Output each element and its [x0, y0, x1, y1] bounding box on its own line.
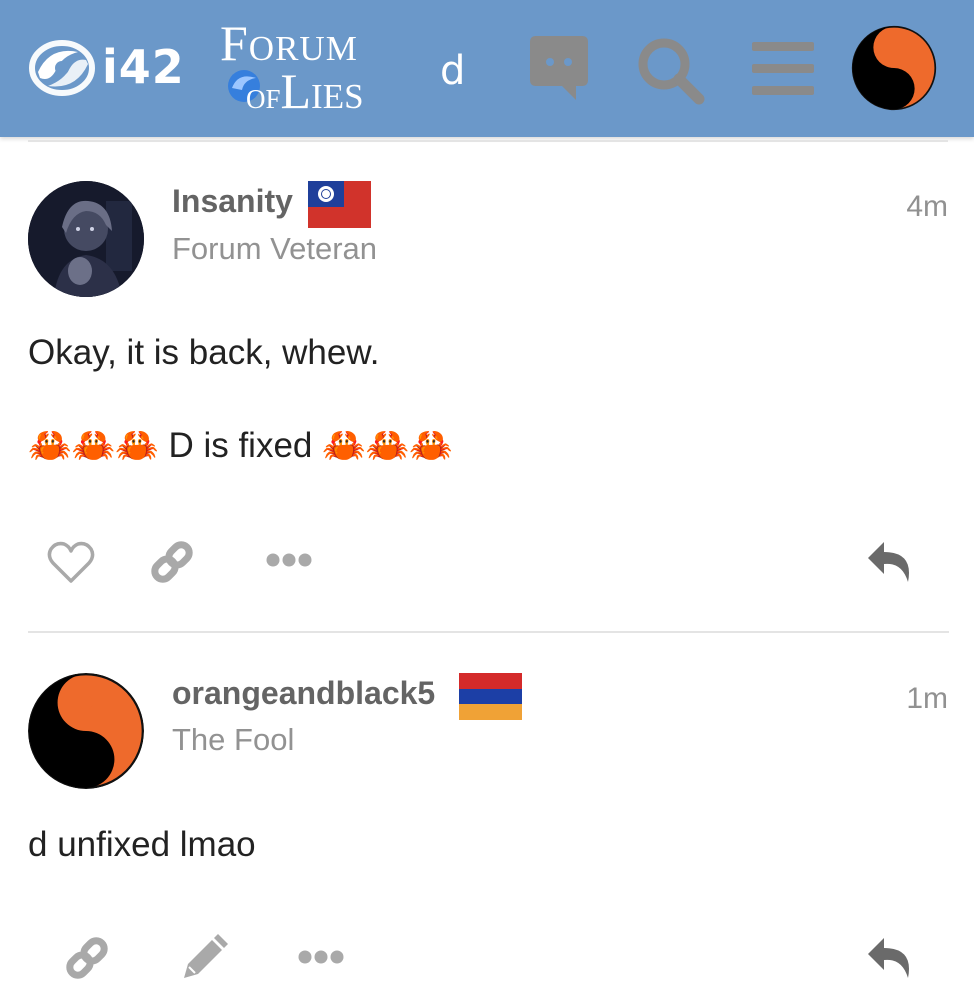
user-title: Forum Veteran: [172, 231, 378, 266]
topic-title[interactable]: d: [440, 48, 465, 94]
post-body-line: Okay, it is back, whew.: [28, 333, 380, 372]
site-header: i42 Forum ofLies d: [0, 0, 974, 137]
yin-yang-avatar-icon: [28, 673, 144, 789]
avatar[interactable]: [28, 181, 144, 297]
avatar[interactable]: [28, 673, 144, 789]
avatar-portrait-image: [28, 181, 144, 297]
username[interactable]: orangeandblack5: [172, 675, 435, 712]
reply-icon[interactable]: [866, 936, 914, 980]
edit-pencil-icon[interactable]: [180, 934, 228, 982]
chat-icon[interactable]: [528, 34, 590, 102]
user-title: The Fool: [172, 722, 295, 757]
user-avatar-yin-yang[interactable]: [851, 25, 937, 111]
username[interactable]: Insanity: [172, 183, 293, 220]
reply-icon[interactable]: [866, 540, 914, 584]
copy-link-icon[interactable]: [63, 934, 111, 982]
i42-logo-text: i42: [102, 40, 185, 94]
logo-of-lies: ofLies: [246, 62, 364, 120]
post-body-line: d unfixed lmao: [28, 825, 256, 864]
like-heart-icon[interactable]: [47, 540, 95, 584]
armenia-flag: [459, 673, 522, 720]
i42-logo[interactable]: i42: [28, 38, 188, 98]
copy-link-icon[interactable]: [148, 538, 196, 586]
post-body-line: 🦀🦀🦀 D is fixed 🦀🦀🦀: [28, 426, 453, 465]
more-options-icon[interactable]: [266, 552, 312, 568]
swirl-logo-icon: [29, 40, 95, 96]
forum-of-lies-logo[interactable]: Forum ofLies: [218, 14, 418, 119]
post-divider: [28, 631, 949, 633]
post-time[interactable]: 4m: [906, 190, 948, 224]
logo-word-of: of: [246, 75, 281, 117]
taiwan-flag: [308, 181, 371, 228]
search-icon[interactable]: [636, 36, 706, 106]
top-divider: [28, 140, 948, 142]
post-time[interactable]: 1m: [906, 682, 948, 716]
hamburger-menu-icon[interactable]: [752, 40, 814, 96]
more-options-icon[interactable]: [298, 949, 344, 965]
logo-word-lies: Lies: [280, 63, 364, 119]
